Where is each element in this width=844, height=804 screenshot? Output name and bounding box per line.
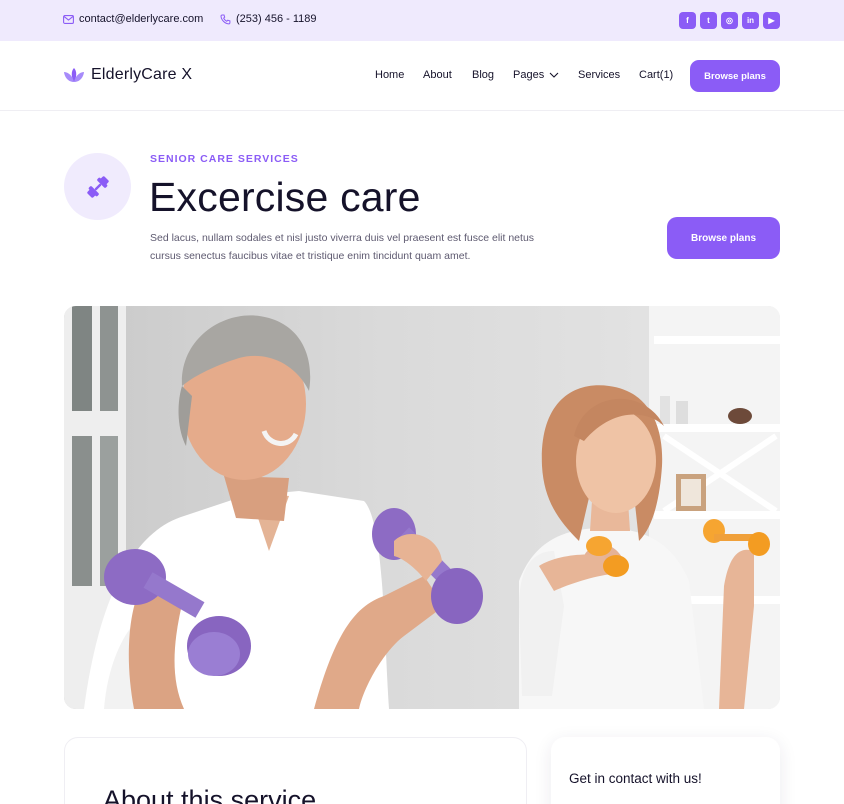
linkedin-icon[interactable]: in — [742, 12, 759, 29]
main-navbar: ElderlyCare X Home About Blog Pages Serv… — [0, 41, 844, 111]
logo-text: ElderlyCare X — [91, 66, 193, 83]
contact-email[interactable]: contact@elderlycare.com — [63, 13, 203, 25]
nav-pages-label: Pages — [513, 69, 545, 81]
browse-plans-hero-button[interactable]: Browse plans — [667, 217, 780, 259]
mail-icon — [63, 14, 74, 24]
nav-about[interactable]: About — [423, 69, 452, 81]
facebook-icon[interactable]: f — [679, 12, 696, 29]
nav-pages[interactable]: Pages — [513, 69, 559, 81]
contact-phone[interactable]: (253) 456 - 1189 — [220, 13, 317, 25]
about-service-card: About this service — [64, 737, 527, 804]
dumbbell-icon — [86, 175, 109, 198]
nav-services[interactable]: Services — [578, 69, 620, 81]
social-links: f t ◎ in ▶ — [679, 12, 780, 29]
service-badge — [64, 153, 131, 220]
contact-card: Get in contact with us! — [551, 737, 780, 804]
logo[interactable]: ElderlyCare X — [63, 66, 192, 84]
twitter-icon[interactable]: t — [700, 12, 717, 29]
nav-cart[interactable]: Cart(1) — [639, 69, 673, 81]
nav-blog[interactable]: Blog — [472, 69, 494, 81]
instagram-icon[interactable]: ◎ — [721, 12, 738, 29]
contact-email-text: contact@elderlycare.com — [79, 13, 204, 25]
hero-image — [64, 306, 780, 709]
page-title: Excercise care — [149, 174, 421, 220]
contact-phone-text: (253) 456 - 1189 — [236, 13, 317, 25]
hero-description: Sed lacus, nullam sodales et nisl justo … — [150, 232, 535, 262]
browse-plans-nav-button[interactable]: Browse plans — [690, 60, 780, 92]
youtube-icon[interactable]: ▶ — [763, 12, 780, 29]
top-bar: contact@elderlycare.com (253) 456 - 1189… — [0, 0, 844, 41]
chevron-down-icon — [549, 72, 559, 78]
about-service-title: About this service — [103, 785, 317, 804]
nav-home[interactable]: Home — [375, 69, 404, 81]
contact-card-title: Get in contact with us! — [569, 771, 702, 786]
hero-eyebrow: SENIOR CARE SERVICES — [150, 153, 299, 165]
phone-icon — [220, 14, 231, 24]
lotus-logo-icon — [64, 67, 84, 82]
